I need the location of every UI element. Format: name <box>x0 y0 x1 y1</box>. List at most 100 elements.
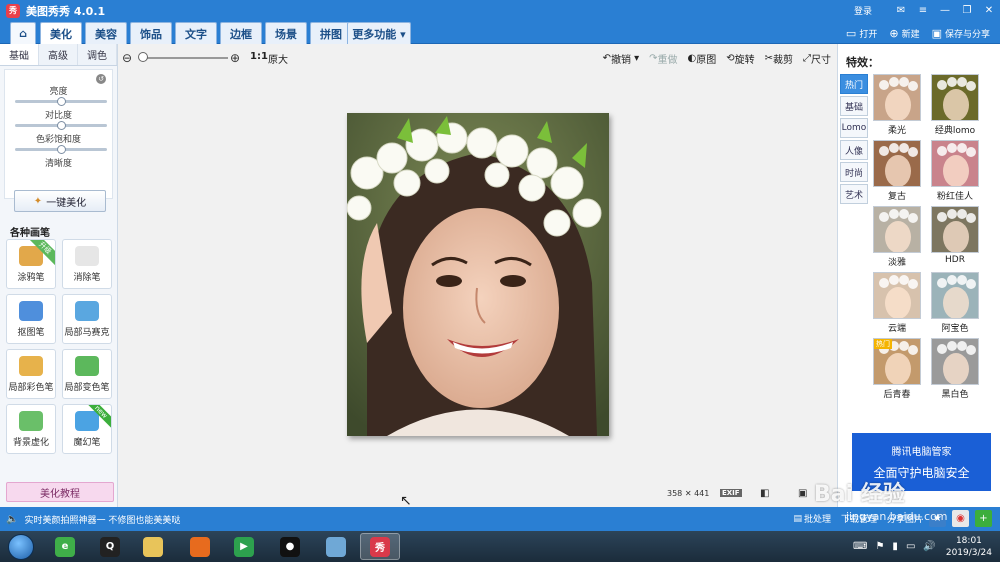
message-icon[interactable]: ✉ <box>890 0 912 21</box>
batch-icon: ▤ <box>793 513 802 524</box>
contrast-knob[interactable] <box>57 121 66 130</box>
weibo-icon[interactable]: ◉ <box>952 510 969 527</box>
tab-frame[interactable]: 边框 <box>220 22 262 44</box>
zoom-knob[interactable] <box>138 52 148 62</box>
minimize-button[interactable]: — <box>934 0 956 21</box>
maximize-button[interactable]: ❐ <box>956 0 978 21</box>
ad-title: 腾讯电脑管家 <box>891 447 952 458</box>
open-button[interactable]: ▭ 打开 <box>846 27 877 40</box>
zoom-slider[interactable] <box>140 57 228 59</box>
redo-button[interactable]: ↷ 重做 <box>649 51 677 66</box>
effect-category[interactable]: 热门 <box>840 74 868 94</box>
keyboard-icon[interactable]: ⌨ <box>853 541 867 552</box>
taskbar-app[interactable]: ▶ <box>224 533 264 560</box>
reset-icon[interactable]: ↺ <box>96 74 106 84</box>
view-mode-icon[interactable]: ◧ <box>760 488 769 499</box>
undo-button[interactable]: ↶ 撤销 ▾ <box>603 51 639 66</box>
effect-category[interactable]: Lomo <box>840 118 868 138</box>
system-clock[interactable]: 18:01 2019/3/24 <box>946 535 992 559</box>
compare-view-icon[interactable]: ▣ <box>798 488 807 499</box>
zoom-in-icon[interactable]: ⊕ <box>230 51 240 65</box>
rotate-icon: ⟲ <box>726 53 735 64</box>
plus-icon[interactable]: + <box>975 510 992 527</box>
effect-item[interactable]: 热门 后青春 <box>873 338 921 400</box>
brush-pencil[interactable]: 涂鸦笔 升级 <box>6 239 56 289</box>
adjust-panel: 基础 高级 调色 ↺ 亮度 对比度 色彩饱和度 清晰度 ✦ 一键美化 各种画笔 … <box>0 44 118 507</box>
taskbar-app[interactable]: ● <box>270 533 310 560</box>
one-click-beautify-button[interactable]: ✦ 一键美化 <box>14 190 106 212</box>
flag-icon[interactable]: ⚑ <box>875 541 884 552</box>
effect-item[interactable]: 经典lomo <box>931 74 979 136</box>
effect-category[interactable]: 人像 <box>840 140 868 160</box>
login-link[interactable]: 登录 <box>854 4 872 17</box>
ratio-button[interactable]: 1:1 <box>250 51 268 62</box>
beautify-tutorial-button[interactable]: 美化教程 <box>6 482 114 502</box>
menu-icon[interactable]: ≡ <box>912 0 934 21</box>
saturation-label: 色彩饱和度 <box>35 135 81 145</box>
original-image-button[interactable]: ◐ 原图 <box>687 51 716 66</box>
brush-cutout-pen[interactable]: 抠图笔 <box>6 294 56 344</box>
zoom-out-icon[interactable]: ⊖ <box>122 51 132 65</box>
taskbar-app[interactable]: e <box>45 533 85 560</box>
taskbar-app[interactable]: Q <box>90 533 130 560</box>
effect-category[interactable]: 基础 <box>840 96 868 116</box>
close-button[interactable]: ✕ <box>978 0 1000 21</box>
brush-blur[interactable]: 背景虚化 <box>6 404 56 454</box>
contrast-slider[interactable] <box>15 121 107 130</box>
network-icon[interactable]: ▭ <box>906 541 915 552</box>
battery-icon[interactable]: ▮ <box>892 541 898 552</box>
subtab-advanced[interactable]: 高级 <box>39 44 78 65</box>
taskbar-app[interactable] <box>133 533 173 560</box>
crop-button[interactable]: ✂ 裁剪 <box>765 51 793 66</box>
taskbar-app[interactable] <box>316 533 356 560</box>
effect-label: 黑白色 <box>941 390 969 400</box>
brush-color-brush[interactable]: 局部彩色笔 <box>6 349 56 399</box>
tab-more-features[interactable]: 更多功能 ▾ <box>347 22 411 44</box>
brush-magic-pen[interactable]: 魔幻笔 new <box>62 404 112 454</box>
effect-item[interactable]: HDR <box>931 206 979 266</box>
effect-item[interactable]: 淡雅 <box>873 206 921 268</box>
subtab-color[interactable]: 调色 <box>78 44 117 65</box>
save-share-button[interactable]: ▣ 保存与分享 <box>932 27 990 40</box>
effect-item[interactable]: 云端 <box>873 272 921 334</box>
rotate-button[interactable]: ⟲ 旋转 <box>726 51 754 66</box>
open-label: 打开 <box>859 29 878 40</box>
taskbar-app[interactable]: 秀 <box>360 533 400 560</box>
tab-beautify[interactable]: 美化 <box>40 22 82 44</box>
original-size-button[interactable]: 原大 <box>268 51 288 66</box>
effect-item[interactable]: 黑白色 <box>931 338 979 400</box>
resize-button[interactable]: ⤢ 尺寸 <box>803 51 831 66</box>
taskbar-app[interactable] <box>180 533 220 560</box>
edited-photo[interactable] <box>347 113 609 436</box>
tab-collage[interactable]: 拼图 <box>310 22 352 44</box>
brush-mosaic[interactable]: 局部马赛克 <box>62 294 112 344</box>
effect-item[interactable]: 复古 <box>873 140 921 202</box>
tab-accessories[interactable]: 饰品 <box>130 22 172 44</box>
brightness-knob[interactable] <box>57 97 66 106</box>
effect-thumbnail <box>873 74 921 121</box>
brush-label: 魔幻笔 <box>73 437 101 448</box>
tab-home[interactable]: ⌂ <box>10 22 36 44</box>
tab-text[interactable]: 文字 <box>175 22 217 44</box>
new-button[interactable]: ⊕ 新建 <box>889 27 919 40</box>
meitu-taskbar-icon: 秀 <box>370 536 390 557</box>
exif-button[interactable]: EXIF <box>720 489 742 497</box>
tab-scene[interactable]: 场景 <box>265 22 307 44</box>
brush-paint-bucket[interactable]: 局部变色笔 <box>62 349 112 399</box>
batch-process-button[interactable]: ▤ 批处理 <box>793 512 831 526</box>
status-tip[interactable]: 实时美颜拍照神器一 不修图也能美美哒 <box>24 513 180 526</box>
volume-icon[interactable]: 🔊 <box>923 541 935 552</box>
effect-item[interactable]: 阿宝色 <box>931 272 979 334</box>
brush-eraser[interactable]: 消除笔 <box>62 239 112 289</box>
brightness-slider[interactable] <box>15 97 107 106</box>
effect-item[interactable]: 柔光 <box>873 74 921 136</box>
start-button[interactable] <box>8 533 34 560</box>
effect-category[interactable]: 时尚 <box>840 162 868 182</box>
tab-beauty[interactable]: 美容 <box>85 22 127 44</box>
saturation-slider[interactable] <box>15 145 107 154</box>
chevron-down-icon[interactable]: ▾ <box>634 53 639 64</box>
effect-category[interactable]: 艺术 <box>840 184 868 204</box>
saturation-knob[interactable] <box>57 145 66 154</box>
effect-item[interactable]: 粉红佳人 <box>931 140 979 202</box>
subtab-basic[interactable]: 基础 <box>0 44 39 65</box>
